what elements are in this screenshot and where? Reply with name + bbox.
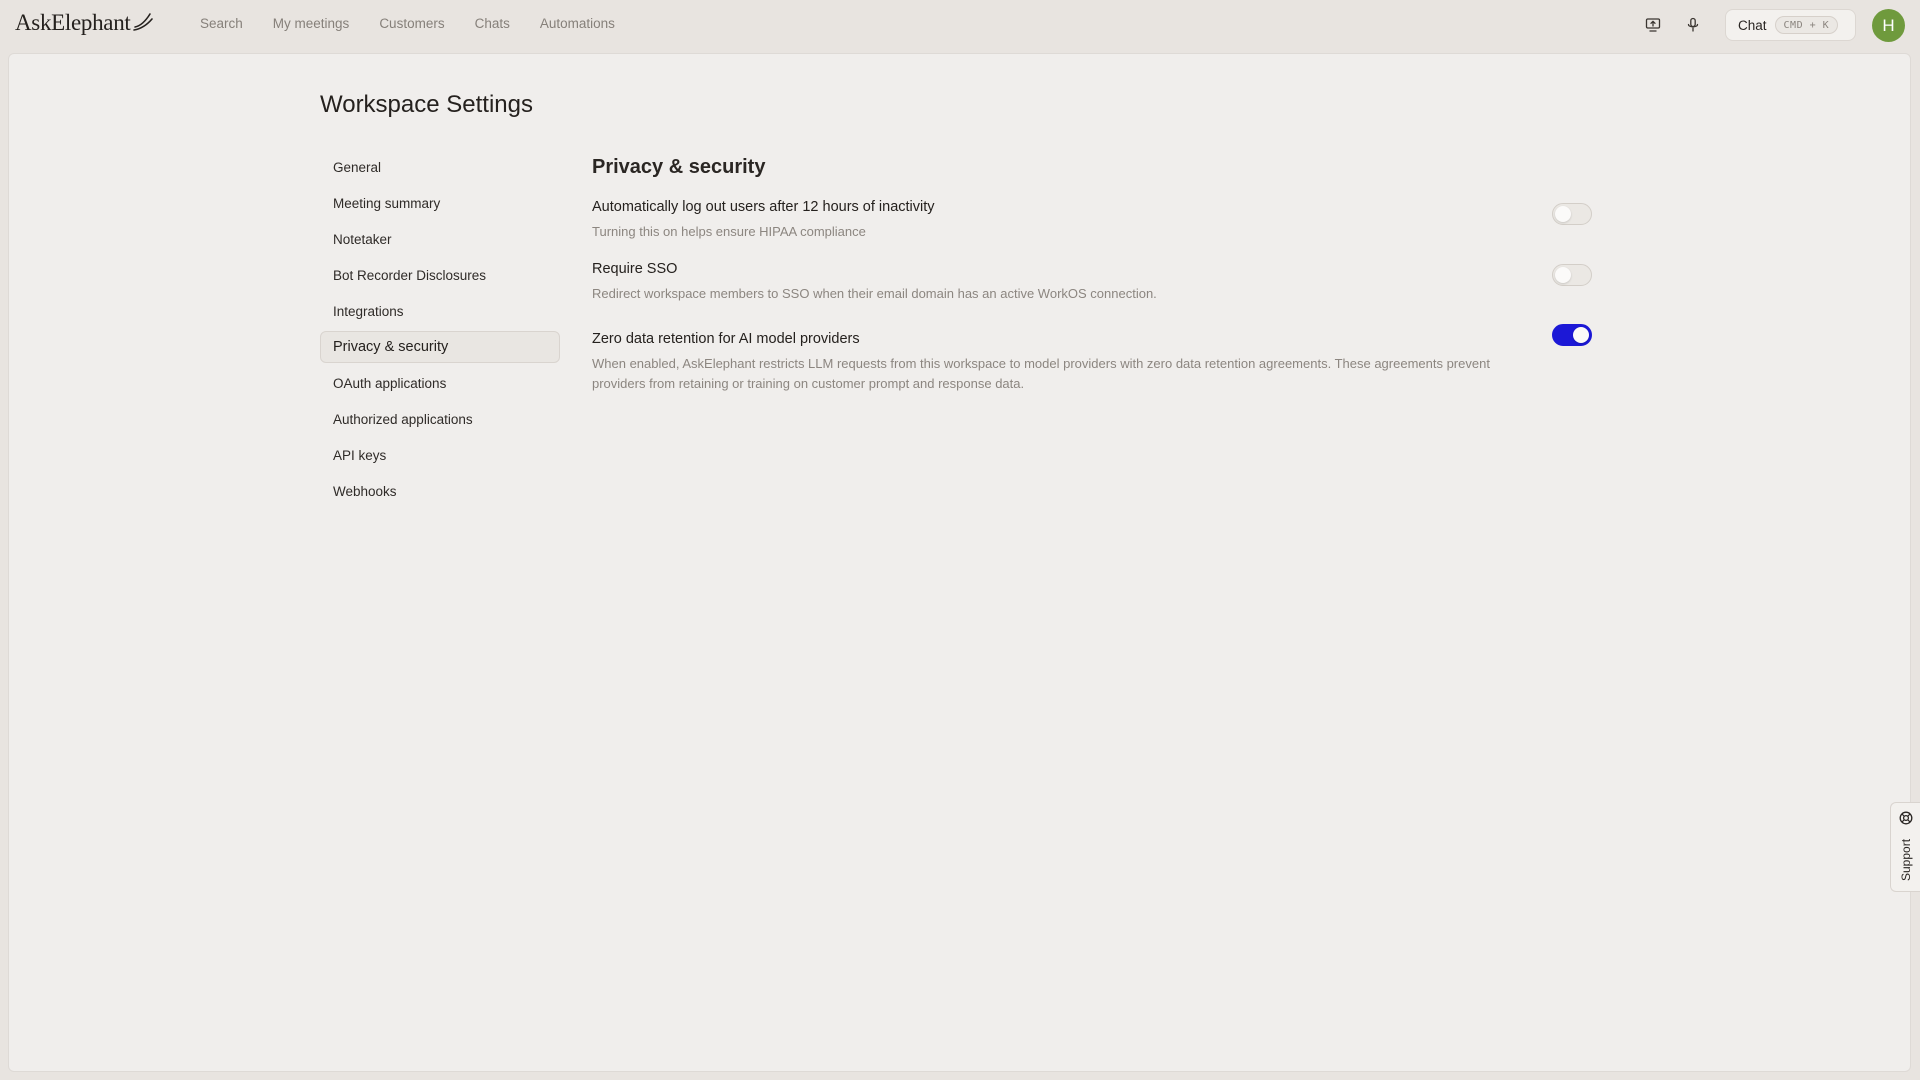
top-bar: AskElephant Search My meetings Customers… [0,0,1920,50]
setting-zero-data-retention: Zero data retention for AI model provide… [592,324,1592,394]
logo-text: AskElephant [15,10,131,35]
setting-description: Redirect workspace members to SSO when t… [592,286,1157,301]
setting-title: Automatically log out users after 12 hou… [592,199,935,215]
elephant-logo-icon [132,13,153,31]
setting-title: Require SSO [592,261,678,277]
nav-customers[interactable]: Customers [379,16,444,31]
sidebar-item-integrations[interactable]: Integrations [320,295,560,327]
sidebar-item-webhooks[interactable]: Webhooks [320,475,560,507]
setting-require-sso: Require SSO Redirect workspace members t… [592,261,1592,304]
screen-share-icon [1645,18,1661,32]
support-tab[interactable]: Support [1890,802,1920,892]
setting-description: Turning this on helps ensure HIPAA compl… [592,224,866,239]
setting-description: When enabled, AskElephant restricts LLM … [592,356,1490,391]
main-nav: Search My meetings Customers Chats Autom… [200,16,645,31]
nav-my-meetings[interactable]: My meetings [273,16,350,31]
chat-label: Chat [1738,17,1767,33]
toggle-knob [1573,327,1589,343]
auto-logout-toggle[interactable] [1552,203,1592,225]
nav-chats[interactable]: Chats [475,16,510,31]
setting-auto-logout: Automatically log out users after 12 hou… [592,199,1592,242]
chat-shortcut-badge: CMD + K [1774,16,1839,34]
app-logo[interactable]: AskElephant [15,10,154,36]
avatar[interactable]: H [1872,9,1905,42]
chat-button[interactable]: Chat CMD + K [1725,9,1856,41]
toggle-knob [1555,267,1571,283]
nav-automations[interactable]: Automations [540,16,615,31]
support-label: Support [1899,838,1913,881]
microphone-icon [1687,17,1699,32]
sidebar-item-oauth-applications[interactable]: OAuth applications [320,367,560,399]
page-title: Workspace Settings [320,91,533,118]
zero-data-retention-toggle[interactable] [1552,324,1592,346]
nav-search[interactable]: Search [200,16,243,31]
sidebar-item-authorized-applications[interactable]: Authorized applications [320,403,560,435]
section-title: Privacy & security [592,156,766,178]
settings-content: Privacy & security Automatically log out… [592,151,1592,394]
settings-sidebar: General Meeting summary Notetaker Bot Re… [320,151,560,511]
toggle-knob [1555,206,1571,222]
microphone-button[interactable] [1680,12,1706,38]
screen-share-button[interactable] [1640,12,1666,38]
sidebar-item-general[interactable]: General [320,151,560,183]
require-sso-toggle[interactable] [1552,264,1592,286]
settings-panel: Workspace Settings General Meeting summa… [8,53,1911,1072]
lifebuoy-icon [1899,811,1913,825]
sidebar-item-bot-recorder-disclosures[interactable]: Bot Recorder Disclosures [320,259,560,291]
setting-title: Zero data retention for AI model provide… [592,331,860,347]
sidebar-item-privacy-security[interactable]: Privacy & security [320,331,560,363]
sidebar-item-api-keys[interactable]: API keys [320,439,560,471]
sidebar-item-meeting-summary[interactable]: Meeting summary [320,187,560,219]
sidebar-item-notetaker[interactable]: Notetaker [320,223,560,255]
